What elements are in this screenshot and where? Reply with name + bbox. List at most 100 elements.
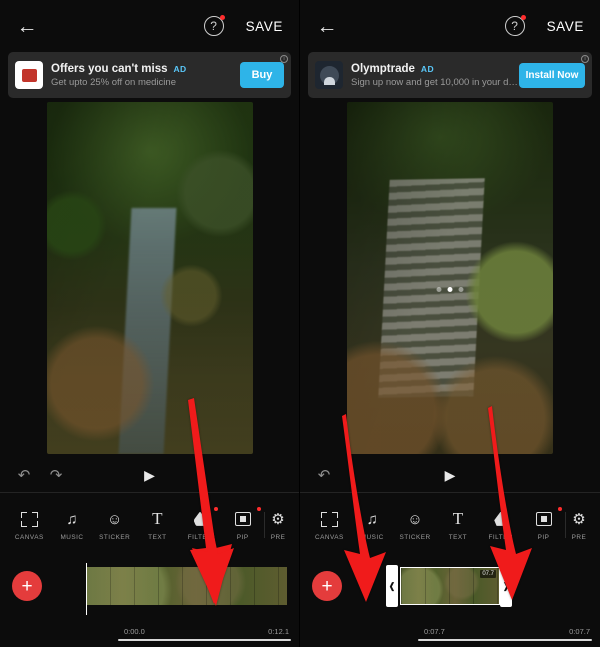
video-preview-frame[interactable]	[46, 102, 253, 454]
tool-canvas[interactable]: CANVAS	[8, 509, 51, 541]
help-circle-icon[interactable]: ?	[504, 15, 526, 36]
screen-left: ← ? SAVE Offers you can't miss AD Get up…	[0, 0, 300, 647]
sticker-smiley-icon: ☺	[407, 510, 423, 528]
ad-cta-button[interactable]: Buy	[240, 62, 284, 88]
tool-pip[interactable]: PIP	[221, 507, 264, 541]
text-t-icon: T	[452, 509, 464, 528]
tool-canvas[interactable]: CANVAS	[308, 509, 351, 541]
play-icon[interactable]: ▶	[144, 467, 155, 484]
add-media-button[interactable]: +	[312, 571, 342, 601]
tool-preset[interactable]: ⚙ PRE	[566, 509, 592, 541]
tool-label: MUSIC	[60, 534, 84, 541]
ad-info-icon[interactable]: i	[280, 55, 288, 63]
time-start-label: 0:00.0	[124, 627, 145, 636]
tool-text[interactable]: T TEXT	[136, 509, 179, 541]
filter-drop-icon	[189, 509, 211, 529]
text-t-icon: T	[152, 509, 163, 528]
top-bar: ← ? SAVE	[300, 0, 600, 52]
trim-handle-left-icon[interactable]: ❰	[386, 565, 398, 607]
tool-label: FILTER	[488, 534, 513, 541]
tool-filter[interactable]: FILTER	[179, 507, 222, 541]
tool-text[interactable]: T TEXT	[436, 509, 479, 541]
tool-label: TEXT	[148, 534, 167, 541]
save-button[interactable]: SAVE	[246, 19, 285, 34]
tool-label: PIP	[236, 534, 249, 541]
tool-label: STICKER	[99, 534, 131, 541]
tool-label: PRE	[270, 534, 286, 541]
tool-pip[interactable]: PIP	[522, 507, 565, 541]
olymptrade-avatar-icon	[315, 61, 343, 89]
play-icon[interactable]: ▶	[445, 467, 456, 484]
music-note-icon: ♫	[366, 510, 378, 528]
tool-strip: CANVAS ♫ MUSIC ☺ STICKER T TEXT FILTER P…	[0, 493, 299, 553]
timeline-track[interactable]: ❰ 07.7 ❱	[358, 563, 588, 609]
tool-sticker[interactable]: ☺ STICKER	[93, 509, 136, 542]
ad-badge: AD	[420, 63, 434, 74]
screenshot-root: ← ? SAVE Offers you can't miss AD Get up…	[0, 0, 600, 647]
time-end-label: 0:07.7	[569, 627, 590, 636]
top-bar: ← ? SAVE	[0, 0, 299, 52]
back-arrow-icon[interactable]: ←	[314, 13, 340, 39]
timeline-row: + ❰ 07.7 ❱	[300, 553, 600, 619]
time-start-label: 0:07.7	[424, 627, 445, 636]
canvas-crop-icon	[318, 509, 340, 529]
tool-label: STICKER	[399, 534, 431, 541]
undo-icon[interactable]: ↶	[14, 466, 34, 484]
clip-duration-label: 07.7	[480, 570, 496, 578]
help-notification-dot	[219, 15, 225, 20]
trim-handle-right-icon[interactable]: ❱	[500, 565, 512, 607]
ad-subtitle: Sign up now and get 10,000 in your demo …	[351, 76, 519, 88]
timeline-times: 0:00.0 0:12.1	[0, 627, 299, 641]
preset-icon: ⚙	[572, 511, 586, 528]
undo-icon[interactable]: ↶	[314, 466, 334, 484]
help-icon-label: ?	[511, 19, 518, 33]
ad-title: Olymptrade	[351, 62, 415, 75]
preset-icon: ⚙	[271, 511, 285, 528]
carousel-dot-active[interactable]	[447, 287, 453, 293]
tool-sticker[interactable]: ☺ STICKER	[394, 509, 437, 542]
timeline-track[interactable]	[58, 563, 287, 615]
tool-label: CANVAS	[14, 534, 44, 541]
timeline-clip-selected[interactable]: 07.7	[400, 567, 500, 605]
sticker-smiley-icon: ☺	[107, 510, 123, 528]
music-note-icon: ♫	[66, 510, 78, 528]
timeline-clip[interactable]	[86, 567, 287, 605]
carousel-dot[interactable]	[436, 287, 442, 293]
save-button[interactable]: SAVE	[547, 19, 586, 34]
tool-strip: CANVAS ♫ MUSIC ☺ STICKER T TEXT FILTER P…	[300, 493, 600, 553]
filter-drop-icon	[490, 509, 512, 529]
playback-row: ↶ ↷ ▶	[0, 458, 299, 492]
ad-text: Olymptrade AD Sign up now and get 10,000…	[351, 63, 519, 88]
video-preview-area[interactable]	[300, 98, 600, 458]
back-arrow-icon[interactable]: ←	[14, 13, 40, 39]
tool-label: PRE	[571, 534, 587, 541]
tool-music[interactable]: ♫ MUSIC	[51, 509, 94, 542]
ad-banner[interactable]: Olymptrade AD Sign up now and get 10,000…	[308, 52, 592, 98]
tool-music[interactable]: ♫ MUSIC	[351, 509, 394, 542]
medicine-box-icon	[15, 61, 43, 89]
help-notification-dot	[520, 15, 526, 20]
ad-info-icon[interactable]: i	[581, 55, 589, 63]
tool-label: PIP	[537, 534, 550, 541]
playback-row: ↶ ▶	[300, 458, 600, 492]
video-preview-frame[interactable]	[347, 102, 553, 454]
help-icon-label: ?	[210, 19, 217, 33]
canvas-crop-icon	[18, 509, 40, 529]
carousel-dots	[436, 287, 464, 293]
ad-cta-button[interactable]: Install Now	[519, 62, 585, 88]
video-preview-area[interactable]	[0, 98, 299, 458]
add-media-button[interactable]: +	[12, 571, 42, 601]
ad-banner[interactable]: Offers you can't miss AD Get upto 25% of…	[8, 52, 291, 98]
pip-badge-dot	[557, 507, 562, 511]
tool-filter[interactable]: FILTER	[479, 509, 522, 541]
clip-thumbnails	[86, 567, 287, 605]
ad-text: Offers you can't miss AD Get upto 25% of…	[51, 63, 240, 88]
timeline-scrollbar[interactable]	[118, 638, 291, 641]
carousel-dot[interactable]	[458, 287, 464, 293]
help-circle-icon[interactable]: ?	[203, 15, 225, 36]
timeline-scrollbar[interactable]	[418, 638, 592, 641]
playhead[interactable]	[86, 563, 88, 615]
tool-preset[interactable]: ⚙ PRE	[265, 509, 291, 541]
timeline-times: 0:07.7 0:07.7	[300, 627, 600, 641]
redo-icon[interactable]: ↷	[46, 466, 66, 484]
